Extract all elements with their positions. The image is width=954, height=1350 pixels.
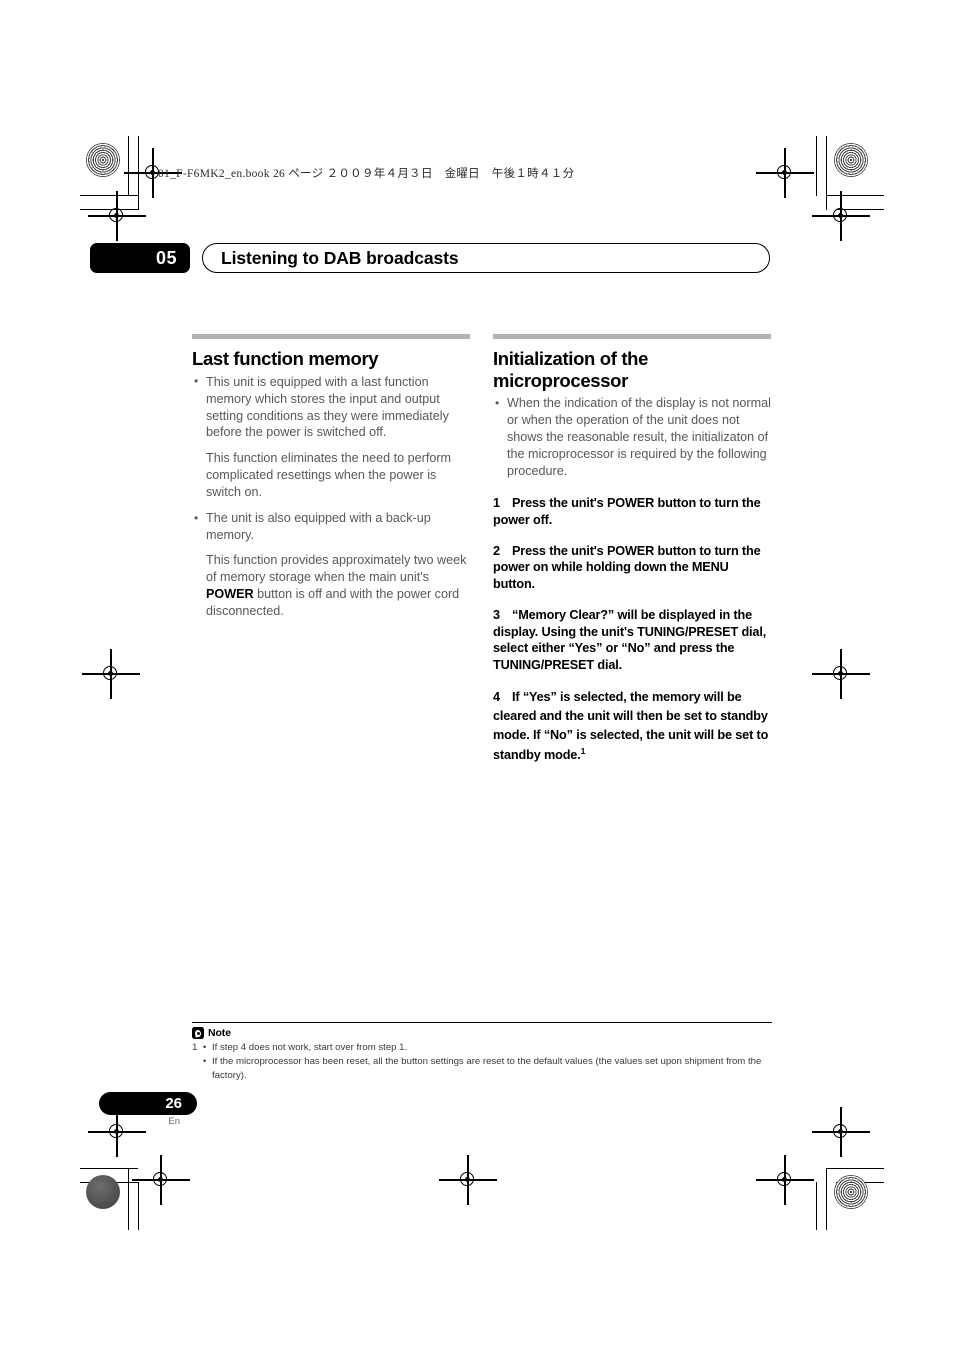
- crop-line: [836, 209, 884, 211]
- right-section-heading: Initialization of the microprocessor: [493, 348, 771, 391]
- halftone-dot-top-left: [86, 143, 120, 177]
- note-block: Note 1 • If step 4 does not work, start …: [192, 1022, 772, 1082]
- crop-line: [80, 195, 138, 197]
- note-icon: [192, 1027, 204, 1040]
- step-number: 2: [493, 543, 500, 558]
- chapter-header: 05 Listening to DAB broadcasts: [90, 243, 790, 273]
- left-column: Last function memory This unit is equipp…: [192, 334, 470, 620]
- note-label: Note: [208, 1027, 231, 1040]
- footnote-item: • If the microprocessor has been reset, …: [192, 1055, 772, 1082]
- step-number: 4: [493, 689, 500, 704]
- list-item: The unit is also equipped with a back-up…: [192, 510, 470, 544]
- left-paragraph-continuation-2: This function provides approximately two…: [192, 552, 470, 620]
- page-language-label: En: [168, 1116, 180, 1127]
- list-item: When the indication of the display is no…: [493, 395, 771, 480]
- halftone-dot-bottom-left: [86, 1175, 120, 1209]
- step-1: 1 Press the unit's POWER button to turn t…: [493, 495, 771, 529]
- note-divider: [192, 1022, 772, 1024]
- crop-line: [138, 136, 140, 210]
- halftone-dot-top-right: [834, 143, 868, 177]
- crop-line: [816, 136, 818, 196]
- registration-mark-left-upper: [88, 191, 146, 241]
- footnote-bullet: •: [203, 1042, 207, 1054]
- paragraph-part-a: This function provides approximately two…: [206, 553, 467, 585]
- step-text: Press the unit's POWER button to turn th…: [493, 543, 761, 592]
- power-keyword: POWER: [206, 586, 254, 601]
- crop-line: [128, 1168, 130, 1230]
- registration-mark-bottom-right: [756, 1155, 814, 1205]
- crop-line: [826, 195, 884, 197]
- step-number: 3: [493, 607, 500, 622]
- list-item: This unit is equipped with a last functi…: [192, 373, 470, 442]
- registration-mark-right-lower: [812, 1107, 870, 1157]
- page-footer: 26 En: [99, 1092, 197, 1127]
- bullet-text: This unit is equipped with a last functi…: [206, 374, 449, 440]
- crop-line: [80, 209, 138, 211]
- footnote-text: If step 4 does not work, start over from…: [212, 1042, 408, 1054]
- step-text: Press the unit's POWER button to turn th…: [493, 495, 761, 527]
- step-2: 2 Press the unit's POWER button to turn t…: [493, 543, 771, 593]
- crop-line: [80, 1168, 138, 1170]
- crop-line: [826, 136, 828, 210]
- left-paragraph-continuation-1: This function eliminates the need to per…: [206, 451, 452, 500]
- footnote-bullet: •: [203, 1056, 207, 1067]
- footnote-reference: 1: [580, 745, 586, 756]
- file-header-text: 01_F-F6MK2_en.book 26 ページ ２００９年４月３日 金曜日 …: [158, 168, 575, 180]
- step-number: 1: [493, 495, 500, 510]
- procedure-steps: 1 Press the unit's POWER button to turn t…: [493, 495, 771, 765]
- left-section-heading: Last function memory: [192, 348, 379, 369]
- crop-line: [826, 1168, 884, 1170]
- footnote-marker: 1: [192, 1042, 198, 1054]
- registration-mark-left-middle: [82, 649, 140, 699]
- crop-line: [138, 1182, 140, 1230]
- step-4: 4 If “Yes” is selected, the memory will b…: [493, 688, 771, 765]
- heading-line-1: Initialization of the: [493, 348, 649, 369]
- step-3: 3 “Memory Clear?” will be displayed in th…: [493, 607, 771, 674]
- registration-mark-bottom-left: [132, 1155, 190, 1205]
- left-bullet-list-2: The unit is also equipped with a back-up…: [192, 510, 470, 544]
- registration-mark-right-upper: [812, 191, 870, 241]
- footnote-marker: [192, 1055, 203, 1082]
- left-bullet-list: This unit is equipped with a last functi…: [192, 373, 470, 442]
- section-rule-right: [493, 334, 771, 339]
- crop-line: [816, 1182, 818, 1230]
- registration-mark-right-middle: [812, 649, 870, 699]
- crop-line: [80, 1182, 138, 1184]
- registration-mark-bottom-center: [439, 1155, 497, 1205]
- print-marks-layer: [0, 0, 954, 1350]
- page-number-badge: 26: [99, 1092, 197, 1115]
- section-rule-left: [192, 334, 470, 339]
- halftone-dot-bottom-right: [834, 1175, 868, 1209]
- step-text: “Memory Clear?” will be displayed in the…: [493, 607, 767, 673]
- bullet-text: The unit is also equipped with a back-up…: [206, 511, 431, 543]
- crop-line: [128, 136, 130, 196]
- crop-line: [836, 1182, 884, 1184]
- right-column: Initialization of themicroprocessor When…: [493, 334, 771, 779]
- registration-mark-top-right: [756, 148, 814, 198]
- bullet-text: When the indication of the display is no…: [507, 396, 771, 479]
- footnote-item: 1 • If step 4 does not work, start over …: [192, 1041, 772, 1055]
- step-text: If “Yes” is selected, the memory will be…: [493, 689, 769, 762]
- right-bullet-list: When the indication of the display is no…: [493, 395, 771, 480]
- note-header: Note: [192, 1027, 772, 1040]
- chapter-number-badge: 05: [90, 243, 190, 273]
- footnote-text: If the microprocessor has been reset, al…: [212, 1056, 762, 1081]
- heading-line-2: microprocessor: [493, 369, 628, 391]
- crop-line: [826, 1168, 828, 1230]
- page-title: Listening to DAB broadcasts: [202, 243, 770, 273]
